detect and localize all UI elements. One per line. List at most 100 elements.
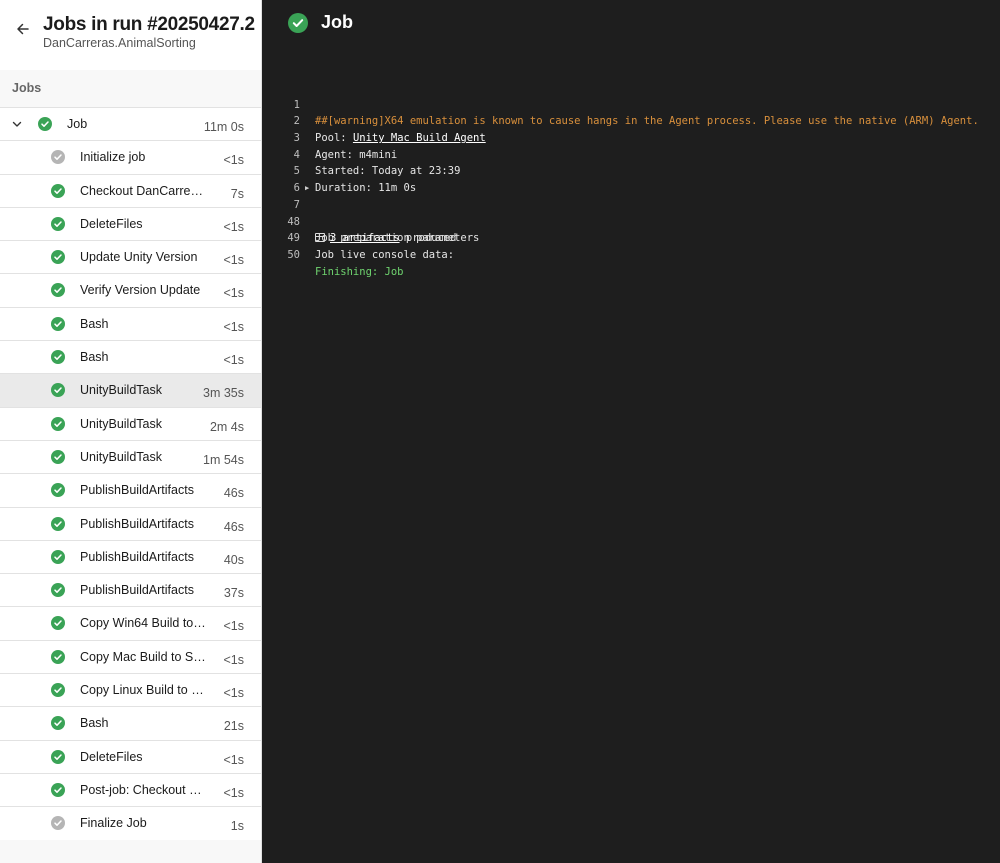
- step-label: DeleteFiles: [80, 216, 143, 231]
- check-circle-icon: [38, 117, 52, 131]
- step-label: Bash: [80, 316, 109, 331]
- step-duration: 21s: [223, 719, 244, 734]
- check-circle-icon: [51, 250, 65, 265]
- step-row[interactable]: DeleteFiles <1s: [0, 739, 261, 773]
- check-circle-icon: [51, 749, 65, 764]
- chevron-down-icon[interactable]: [11, 118, 23, 130]
- step-row[interactable]: Update Unity Version <1s: [0, 240, 261, 274]
- step-label: Update Unity Version: [80, 250, 198, 265]
- arrow-left-icon: [17, 23, 29, 35]
- check-circle-icon: [51, 549, 65, 564]
- step-row[interactable]: PublishBuildArtifacts 40s: [0, 539, 261, 574]
- log-text: Started: Today at 23:39: [315, 165, 461, 178]
- job-row[interactable]: Job 11m 0s: [0, 107, 261, 141]
- check-circle-icon: [51, 416, 65, 431]
- step-row[interactable]: Copy Win64 Build to Staging <1s: [0, 606, 261, 640]
- step-row[interactable]: Copy Linux Build to Staging <1s: [0, 673, 261, 707]
- step-label: UnityBuildTask: [80, 383, 162, 398]
- page-title: Jobs in run #20250427.2: [43, 14, 255, 35]
- finishing-text: Finishing: Job: [315, 265, 404, 278]
- step-label: Initialize job: [80, 150, 146, 165]
- pool-link[interactable]: Unity Mac Build Agent: [353, 132, 486, 144]
- circle-check-gray-icon: [51, 150, 65, 165]
- check-circle-icon: [288, 13, 308, 33]
- check-circle-icon: [51, 283, 65, 298]
- triangle-right-icon[interactable]: ▶: [305, 180, 309, 197]
- step-row[interactable]: Bash <1s: [0, 306, 261, 341]
- log-line: 6: [276, 163, 314, 194]
- step-row[interactable]: Bash 21s: [0, 706, 261, 740]
- step-row[interactable]: Post-job: Checkout DanCarreras.AnimalSor…: [0, 772, 261, 807]
- check-circle-icon: [51, 649, 65, 664]
- step-label: Finalize Job: [80, 816, 147, 831]
- step-row[interactable]: PublishBuildArtifacts 46s: [0, 473, 261, 507]
- step-label: PublishBuildArtifacts: [80, 483, 194, 498]
- step-row[interactable]: Verify Version Update <1s: [0, 273, 261, 307]
- step-label: Bash: [80, 350, 109, 365]
- step-duration: <1s: [223, 752, 244, 767]
- step-row[interactable]: DeleteFiles <1s: [0, 206, 261, 241]
- check-circle-icon: [51, 583, 65, 598]
- log-output: 1 ##[warning]X64 emulation is known to c…: [276, 80, 978, 278]
- check-circle-icon: [51, 216, 65, 231]
- step-duration: <1s: [223, 319, 244, 334]
- step-duration: <1s: [223, 785, 244, 800]
- step-row[interactable]: UnityBuildTask 2m 4s: [0, 406, 261, 440]
- step-duration: 2m 4s: [209, 419, 244, 434]
- step-row[interactable]: PublishBuildArtifacts 37s: [0, 573, 261, 607]
- step-row[interactable]: Finalize Job 1s: [0, 806, 261, 840]
- step-label: PublishBuildArtifacts: [80, 583, 194, 598]
- step-label: Verify Version Update: [80, 283, 201, 298]
- check-circle-icon: [51, 716, 65, 731]
- step-duration: 7s: [230, 186, 244, 201]
- log-line: 49 Job live console data:: [276, 214, 454, 261]
- job-label: Job: [67, 117, 88, 131]
- check-circle-icon: [51, 616, 65, 631]
- step-row[interactable]: Checkout DanCarreras.AnimalSorting 7s: [0, 173, 261, 207]
- artifacts-link[interactable]: 3 artifacts: [330, 232, 400, 244]
- back-button[interactable]: [14, 20, 32, 38]
- step-label: PublishBuildArtifacts: [80, 549, 194, 564]
- step-duration: 46s: [223, 519, 244, 534]
- step-label: Copy Win64 Build to Staging: [80, 616, 207, 631]
- check-circle-icon: [51, 183, 65, 198]
- log-text: Agent: m4mini: [315, 148, 398, 161]
- check-circle-icon: [51, 316, 65, 331]
- step-duration: 46s: [223, 486, 244, 501]
- check-circle-icon: [51, 683, 65, 698]
- step-row[interactable]: Initialize job <1s: [0, 140, 261, 174]
- step-row[interactable]: Bash <1s: [0, 340, 261, 374]
- log-line[interactable]: 7 ▶ Job preparation parameters: [276, 180, 480, 244]
- step-row[interactable]: UnityBuildTask 1m 54s: [0, 439, 261, 474]
- step-duration: 1m 54s: [203, 452, 244, 467]
- log-line: 2 Pool: Unity Mac Build Agent: [276, 97, 486, 144]
- check-circle-icon: [51, 483, 65, 498]
- jobs-list: Job 11m 0s Initialize job <1s Checkout Dan…: [0, 107, 261, 840]
- line-number: 50: [287, 248, 300, 261]
- log-text: produced: [399, 232, 457, 245]
- log-line: 48 3 artifacts produced: [276, 197, 456, 245]
- sidebar-header: Jobs in run #20250427.2 DanCarreras.Anim…: [0, 0, 261, 70]
- check-circle-icon: [51, 516, 65, 531]
- log-line: 3 Agent: m4mini: [276, 113, 398, 161]
- job-detail-panel: Job 1 ##[warning]X64 emulation is known …: [262, 0, 1000, 863]
- package-icon: [315, 233, 325, 243]
- step-row[interactable]: UnityBuildTask 3m 35s: [0, 373, 261, 407]
- step-label: Checkout DanCarreras.AnimalSorting: [80, 183, 207, 198]
- step-label: Copy Linux Build to Staging: [80, 683, 207, 698]
- check-circle-icon: [51, 383, 65, 398]
- warning-text: ##[warning]X64 emulation is known to cau…: [315, 115, 979, 128]
- check-circle-icon: [51, 782, 65, 797]
- step-label: Bash: [80, 716, 109, 731]
- check-circle-icon: [51, 449, 65, 464]
- log-text: Job live console data:: [315, 248, 455, 261]
- step-duration: <1s: [223, 652, 244, 667]
- step-row[interactable]: Copy Mac Build to Staging <1s: [0, 639, 261, 674]
- step-row[interactable]: PublishBuildArtifacts 46s: [0, 506, 261, 540]
- log-text: Duration: 11m 0s: [315, 182, 417, 195]
- check-circle-icon: [51, 350, 65, 365]
- step-label: DeleteFiles: [80, 749, 143, 764]
- job-duration: 11m 0s: [203, 120, 244, 134]
- repo-name: DanCarreras.AnimalSorting: [43, 36, 196, 50]
- step-label: UnityBuildTask: [80, 416, 162, 431]
